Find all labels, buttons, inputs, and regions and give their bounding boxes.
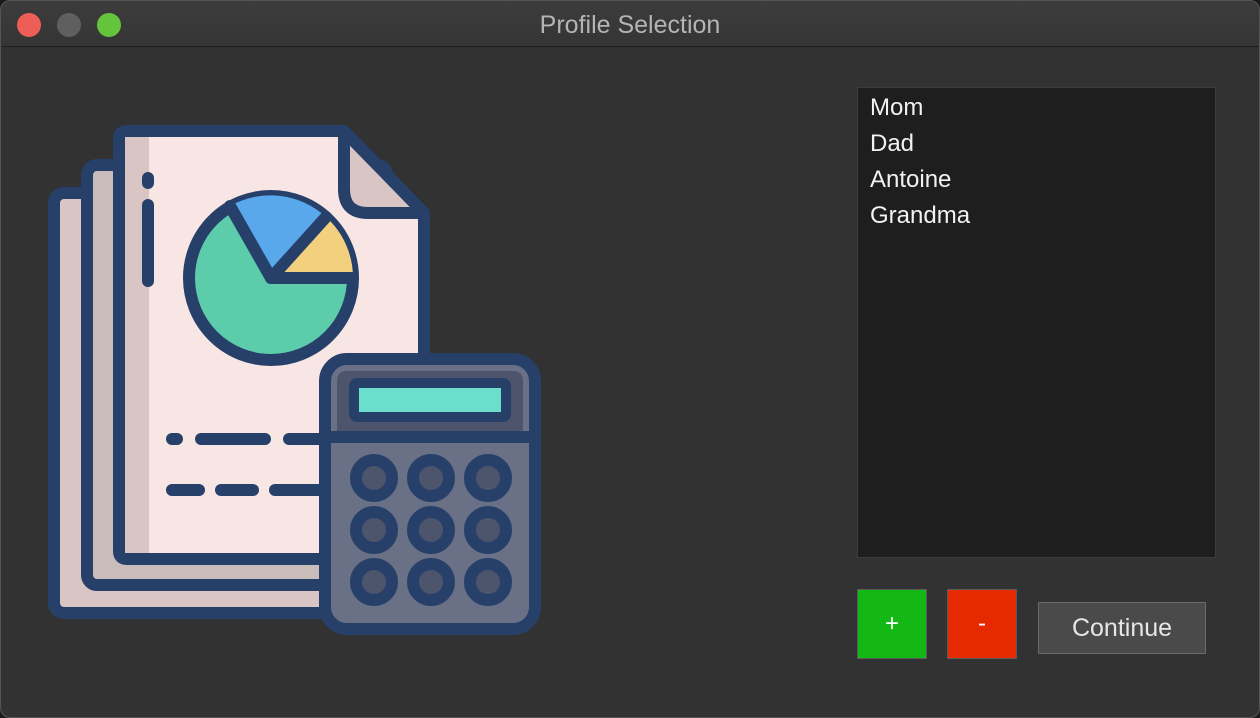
profile-list-item[interactable]: Grandma (858, 198, 1215, 234)
calculator-display (349, 378, 511, 422)
folded-corner (338, 125, 430, 219)
profile-list-item[interactable]: Antoine (858, 162, 1215, 198)
add-profile-button[interactable]: + (857, 589, 927, 659)
window-title: Profile Selection (539, 11, 721, 39)
sheet-left-shade (125, 137, 149, 553)
profile-selection-window: Profile Selection Mom Dad Antoine Grandm… (0, 0, 1260, 718)
financial-report-calculator-icon (48, 125, 541, 635)
profile-list[interactable]: Mom Dad Antoine Grandma (857, 87, 1216, 558)
title-bar: Profile Selection (1, 1, 1259, 47)
calculator-keypad (350, 454, 512, 606)
profile-list-item[interactable]: Mom (858, 90, 1215, 126)
remove-profile-button[interactable]: - (947, 589, 1017, 659)
profile-list-item[interactable]: Dad (858, 126, 1215, 162)
continue-button[interactable]: Continue (1038, 602, 1206, 654)
